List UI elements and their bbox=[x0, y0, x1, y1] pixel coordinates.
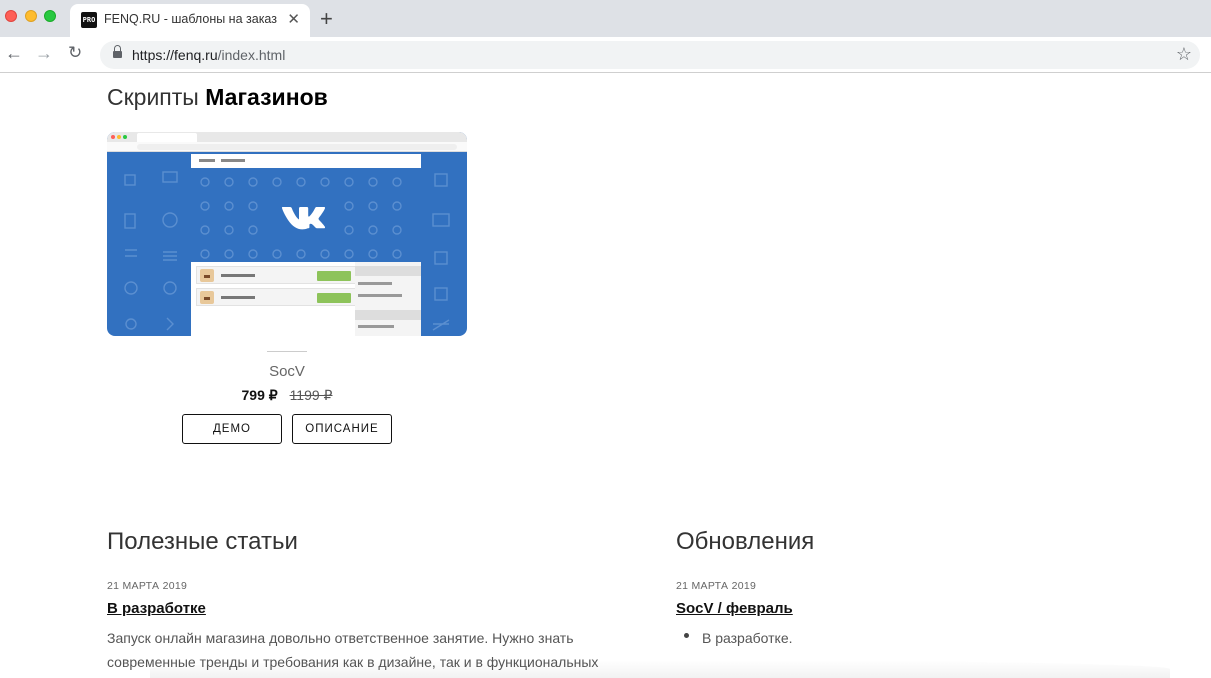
product-prices: 799 ₽ 1199 ₽ bbox=[107, 387, 467, 404]
section-title: Скрипты Магазинов bbox=[107, 84, 328, 110]
url-text[interactable]: https://fenq.ru/index.html bbox=[132, 47, 285, 63]
forward-icon[interactable]: → bbox=[35, 43, 53, 64]
tab-title: FENQ.RU - шаблоны на заказ bbox=[104, 12, 277, 26]
browser-tab[interactable]: PRO FENQ.RU - шаблоны на заказ ✕ bbox=[70, 4, 310, 37]
vk-logo-icon bbox=[281, 207, 325, 230]
updates-title: Обновления bbox=[676, 528, 815, 555]
minimize-window-button[interactable] bbox=[25, 10, 37, 22]
list-item: В разработке. bbox=[702, 630, 793, 646]
product-name[interactable]: SocV bbox=[107, 363, 467, 380]
reload-icon[interactable]: ↻ bbox=[68, 43, 82, 63]
list-bullet bbox=[684, 633, 689, 638]
address-bar[interactable]: https://fenq.ru/index.html ☆ bbox=[100, 41, 1200, 69]
page-content: Скрипты Магазинов SocV 799 ₽ 1199 ₽ ДЕМО… bbox=[0, 74, 1211, 678]
product-divider bbox=[267, 351, 307, 352]
new-tab-button[interactable]: + bbox=[320, 6, 333, 32]
favicon-icon: PRO bbox=[81, 12, 97, 28]
update-link[interactable]: SocV / февраль bbox=[676, 600, 793, 617]
close-window-button[interactable] bbox=[5, 10, 17, 22]
back-icon[interactable]: ← bbox=[5, 43, 23, 64]
update-date: 21 МАРТА 2019 bbox=[676, 580, 757, 592]
browser-toolbar: ← → ↻ https://fenq.ru/index.html ☆ bbox=[0, 37, 1211, 73]
articles-title: Полезные статьи bbox=[107, 528, 298, 555]
price-current: 799 ₽ bbox=[241, 387, 278, 403]
close-tab-icon[interactable]: ✕ bbox=[287, 10, 300, 28]
lock-icon[interactable] bbox=[113, 45, 122, 60]
bookmark-star-icon[interactable]: ☆ bbox=[1176, 44, 1192, 65]
footer-shadow bbox=[150, 660, 1170, 678]
product-preview-image[interactable] bbox=[107, 132, 467, 336]
maximize-window-button[interactable] bbox=[44, 10, 56, 22]
price-old: 1199 ₽ bbox=[289, 387, 333, 403]
description-button[interactable]: ОПИСАНИЕ bbox=[292, 414, 392, 444]
browser-tab-bar: PRO FENQ.RU - шаблоны на заказ ✕ + bbox=[0, 0, 1211, 37]
article-date: 21 МАРТА 2019 bbox=[107, 580, 188, 592]
demo-button[interactable]: ДЕМО bbox=[182, 414, 282, 444]
article-link[interactable]: В разработке bbox=[107, 600, 206, 617]
